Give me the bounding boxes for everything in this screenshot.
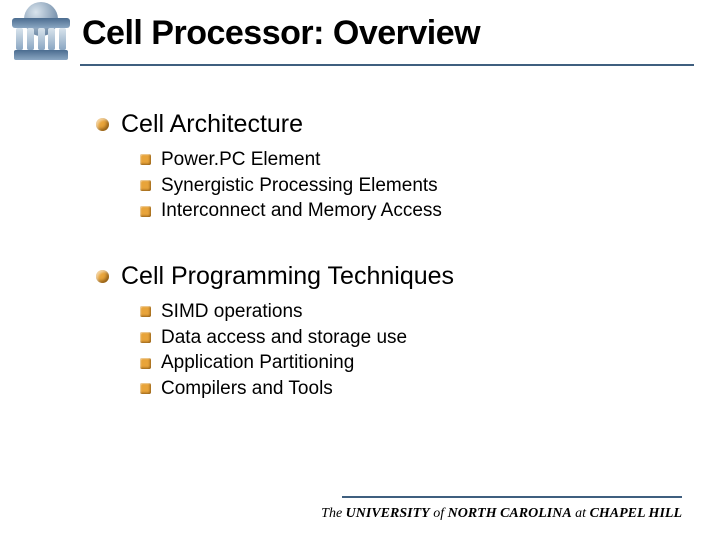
- content-area: Cell Architecture Power.PC Element Syner…: [96, 110, 656, 439]
- bullet-round-icon: [96, 118, 109, 131]
- list-item: Application Partitioning: [140, 350, 656, 376]
- list-item: Power.PC Element: [140, 147, 656, 173]
- item-text: Application Partitioning: [161, 350, 354, 376]
- footer-text: The UNIVERSITY of NORTH CAROLINA at CHAP…: [321, 506, 682, 522]
- bullet-square-icon: [140, 180, 151, 191]
- unc-dome-logo: [10, 4, 72, 66]
- bullet-square-icon: [140, 383, 151, 394]
- title-underline: [80, 64, 694, 66]
- item-text: Interconnect and Memory Access: [161, 198, 442, 224]
- slide-title: Cell Processor: Overview: [82, 14, 480, 53]
- heading-programming: Cell Programming Techniques: [96, 262, 656, 291]
- bullet-square-icon: [140, 306, 151, 317]
- bullet-square-icon: [140, 358, 151, 369]
- list-item: Data access and storage use: [140, 325, 656, 351]
- section-programming: Cell Programming Techniques SIMD operati…: [96, 262, 656, 402]
- footer-rule: [342, 496, 682, 498]
- list-item: SIMD operations: [140, 299, 656, 325]
- heading-architecture: Cell Architecture: [96, 110, 656, 139]
- list-item: Interconnect and Memory Access: [140, 198, 656, 224]
- bullet-square-icon: [140, 206, 151, 217]
- item-text: Power.PC Element: [161, 147, 320, 173]
- list-item: Compilers and Tools: [140, 376, 656, 402]
- list-item: Synergistic Processing Elements: [140, 173, 656, 199]
- item-text: Compilers and Tools: [161, 376, 333, 402]
- item-text: Data access and storage use: [161, 325, 407, 351]
- heading-text: Cell Architecture: [121, 110, 303, 139]
- item-text: Synergistic Processing Elements: [161, 173, 438, 199]
- bullet-square-icon: [140, 154, 151, 165]
- item-text: SIMD operations: [161, 299, 303, 325]
- heading-text: Cell Programming Techniques: [121, 262, 454, 291]
- section-architecture: Cell Architecture Power.PC Element Syner…: [96, 110, 656, 224]
- bullet-square-icon: [140, 332, 151, 343]
- bullet-round-icon: [96, 270, 109, 283]
